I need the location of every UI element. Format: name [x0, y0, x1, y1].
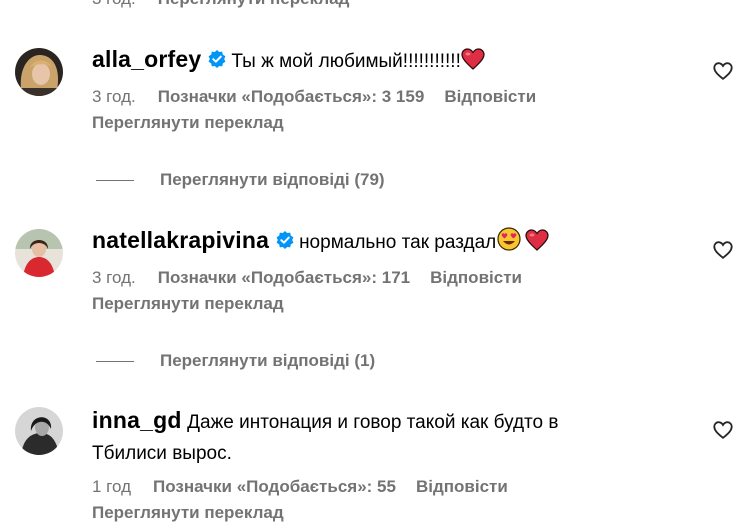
- likes-count[interactable]: Позначки «Подобається»: 171: [158, 268, 410, 288]
- reply-button[interactable]: Відповісти: [430, 268, 522, 288]
- comment-time[interactable]: 3 год.: [92, 87, 136, 107]
- avatar[interactable]: [15, 229, 63, 277]
- view-replies-label: Переглянути відповіді (79): [160, 170, 385, 189]
- red-heart-emoji: [461, 48, 485, 70]
- comment-line: alla_orfey Ты ж мой любимый!!!!!!!!!!!: [92, 44, 700, 77]
- previous-comment-time: 3 год.: [92, 0, 136, 9]
- previous-comment-translate[interactable]: Переглянути переклад: [158, 0, 350, 9]
- like-heart-icon[interactable]: [712, 60, 734, 82]
- likes-count[interactable]: Позначки «Подобається»: 3 159: [158, 87, 425, 107]
- red-heart-emoji: [525, 229, 549, 251]
- reply-button[interactable]: Відповісти: [444, 87, 536, 107]
- comment-meta: 1 год Позначки «Подобається»: 55 Відпові…: [92, 477, 700, 497]
- avatar[interactable]: [15, 407, 63, 455]
- see-translation-button[interactable]: Переглянути переклад: [92, 113, 700, 133]
- comment-line: inna_gd Даже интонация и говор такой как…: [92, 405, 700, 438]
- see-translation-button[interactable]: Переглянути переклад: [92, 294, 700, 314]
- verified-badge-icon: [209, 50, 226, 68]
- like-heart-icon[interactable]: [712, 239, 734, 261]
- comment-meta: 3 год. Позначки «Подобається»: 171 Відпо…: [92, 268, 700, 288]
- view-replies-label: Переглянути відповіді (1): [160, 351, 376, 370]
- username[interactable]: inna_gd: [92, 407, 182, 433]
- replies-divider: [96, 360, 134, 362]
- username[interactable]: alla_orfey: [92, 46, 201, 72]
- comment-time[interactable]: 1 год: [92, 477, 131, 497]
- comment-meta: 3 год. Позначки «Подобається»: 3 159 Від…: [92, 87, 700, 107]
- like-heart-icon[interactable]: [712, 419, 734, 441]
- comment-text-line2: Тбилиси вырос.: [92, 443, 232, 464]
- heart-eyes-emoji: [497, 227, 521, 251]
- comment-text: Даже интонация и говор такой как будто в: [187, 412, 559, 433]
- comment-text-continued: Тбилиси вырос.: [92, 438, 700, 469]
- avatar[interactable]: [15, 48, 63, 96]
- reply-button[interactable]: Відповісти: [416, 477, 508, 497]
- previous-comment-meta: 3 год. Переглянути переклад: [92, 0, 349, 9]
- view-replies-button[interactable]: Переглянути відповіді (1): [96, 351, 375, 371]
- see-translation-button[interactable]: Переглянути переклад: [92, 503, 700, 523]
- view-replies-button[interactable]: Переглянути відповіді (79): [96, 170, 385, 190]
- replies-divider: [96, 179, 134, 181]
- comment-time[interactable]: 3 год.: [92, 268, 136, 288]
- username[interactable]: natellakrapivina: [92, 227, 269, 253]
- verified-badge-icon: [276, 231, 294, 249]
- comment-text: нормально так раздал: [299, 232, 497, 253]
- comment-line: natellakrapivina нормально так раздал: [92, 225, 700, 258]
- likes-count[interactable]: Позначки «Подобається»: 55: [153, 477, 396, 497]
- comment-text: Ты ж мой любимый!!!!!!!!!!!: [231, 51, 461, 72]
